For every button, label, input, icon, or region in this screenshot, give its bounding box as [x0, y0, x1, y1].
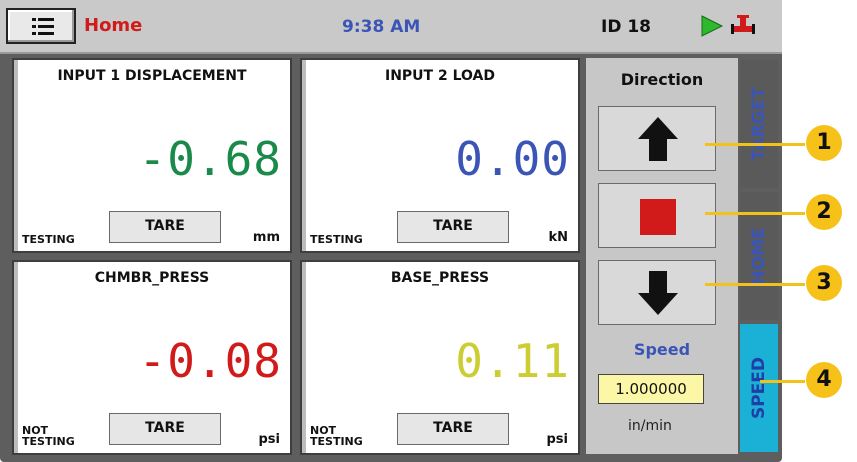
panel-value: 0.00 [455, 132, 570, 186]
stop-icon [640, 199, 676, 235]
speed-input[interactable]: 1.000000 [598, 374, 704, 404]
tare-button[interactable]: TARE [397, 413, 509, 445]
panel-divider [14, 262, 18, 453]
panel-divider [302, 60, 306, 251]
testing-status: TESTING [310, 233, 363, 246]
panel-title: INPUT 1 DISPLACEMENT [57, 68, 247, 84]
callout-badge: 1 [806, 125, 842, 161]
tare-button[interactable]: TARE [397, 211, 509, 243]
testing-status: NOT TESTING [22, 425, 75, 447]
callout-badge: 4 [806, 362, 842, 398]
page-title: Home [84, 15, 143, 36]
panel-title: CHMBR_PRESS [94, 270, 210, 286]
status-line: TESTING [22, 435, 75, 448]
panel-value: -0.68 [138, 132, 282, 186]
unit-label: psi [546, 432, 569, 447]
panel-title: INPUT 2 LOAD [385, 68, 495, 84]
panel-title: BASE_PRESS [390, 270, 490, 286]
list-icon [32, 18, 54, 35]
tab-speed[interactable]: SPEED [740, 324, 778, 452]
move-up-button[interactable] [598, 106, 716, 171]
tare-button[interactable]: TARE [109, 413, 221, 445]
testing-status: NOT TESTING [310, 425, 363, 447]
callout-line [760, 380, 805, 383]
callout-badge: 2 [806, 194, 842, 230]
speed-label: Speed [633, 340, 691, 359]
stop-button[interactable] [598, 183, 716, 248]
top-bar: Home 9:38 AM ID 18 [0, 0, 782, 54]
arrow-up-icon [638, 117, 678, 161]
tab-label: HOME [749, 227, 769, 285]
status-line: TESTING [310, 435, 363, 448]
panel-divider [14, 60, 18, 251]
tab-label: TARGET [749, 87, 769, 161]
input-panel-displacement: INPUT 1 DISPLACEMENT -0.68 TESTING TARE … [12, 58, 292, 253]
input-panel-base-pressure: BASE_PRESS 0.11 NOT TESTING TARE psi [300, 260, 580, 455]
direction-title: Direction [620, 70, 704, 89]
panel-value: -0.08 [138, 334, 282, 388]
device-id: ID 18 [601, 17, 652, 37]
unit-label: mm [252, 230, 280, 245]
panel-value: 0.11 [455, 334, 570, 388]
input-panel-load: INPUT 2 LOAD 0.00 TESTING TARE kN [300, 58, 580, 253]
unit-label: psi [258, 432, 281, 447]
move-down-button[interactable] [598, 260, 716, 325]
unit-label: kN [548, 230, 568, 245]
input-panel-chamber-pressure: CHMBR_PRESS -0.08 NOT TESTING TARE psi [12, 260, 292, 455]
device-screen: Home 9:38 AM ID 18 INPUT 1 DISPLACEMENT … [0, 0, 782, 462]
callout-line [705, 212, 805, 215]
clock: 9:38 AM [342, 17, 421, 37]
play-icon[interactable] [700, 14, 724, 38]
valve-icon [731, 15, 755, 34]
tab-label: SPEED [749, 356, 769, 420]
testing-status: TESTING [22, 233, 75, 246]
tab-target[interactable]: TARGET [740, 60, 778, 188]
arrow-down-icon [638, 271, 678, 315]
direction-panel: Direction Speed 1.000000 in/min [586, 58, 738, 454]
panel-divider [302, 262, 306, 453]
callout-line [705, 143, 805, 146]
speed-unit: in/min [628, 418, 672, 434]
menu-button[interactable] [6, 8, 76, 44]
tare-button[interactable]: TARE [109, 211, 221, 243]
callout-line [705, 283, 805, 286]
callout-badge: 3 [806, 265, 842, 301]
